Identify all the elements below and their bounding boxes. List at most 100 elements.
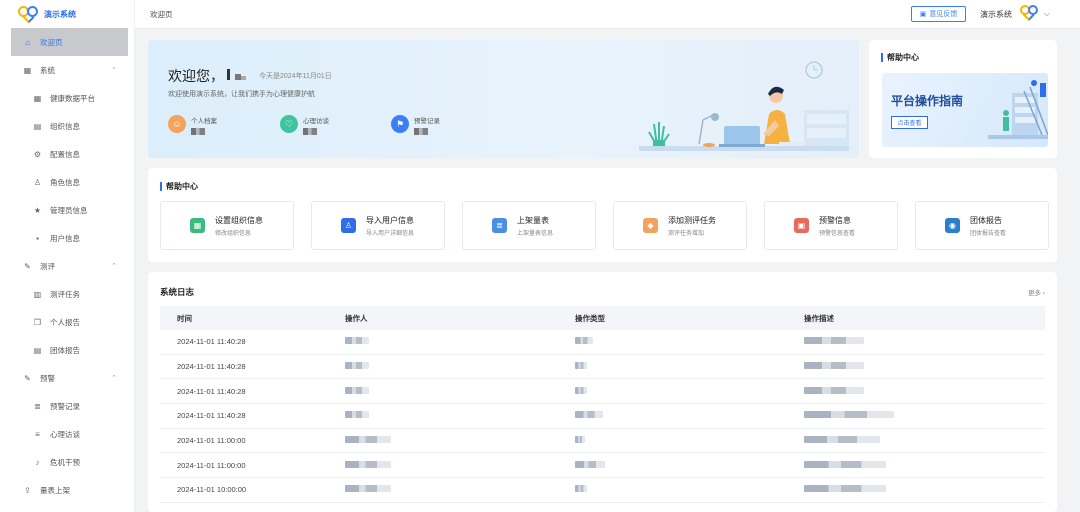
- sidebar-item-label: 系统: [40, 65, 55, 75]
- redacted-value: [575, 362, 587, 370]
- sidebar-item[interactable]: ▦ 系统 ⌃: [0, 56, 134, 84]
- sidebar-item[interactable]: ✎ 测评 ⌃: [0, 252, 134, 280]
- help-card-desc: 团体报告查看: [970, 230, 1007, 237]
- help-center-section: 帮助中心 ▦ 设置组织信息 修改组织信息 ♙ 导入用户信息 导入用户详细信息 ≣ 上架量表 上架…: [148, 168, 1057, 262]
- sidebar-item-label: 角色信息: [50, 177, 80, 187]
- sidebar-item[interactable]: ♪ 危机干预: [0, 448, 134, 476]
- platform-guide-card[interactable]: 平台操作指南 点击查看: [882, 73, 1048, 147]
- log-time: 2024-11-01 10:00:00: [177, 485, 247, 495]
- stat-label: 心理访谈: [303, 118, 329, 125]
- redacted-value: [804, 337, 864, 345]
- sidebar-item-label: 测评: [40, 261, 55, 271]
- column-header: 操作描述: [804, 313, 834, 323]
- redacted-value: [804, 362, 864, 370]
- star-icon: ★: [33, 205, 42, 215]
- sidebar-item[interactable]: ▤ 组织信息: [0, 112, 134, 140]
- column-header: 时间: [177, 313, 192, 323]
- sidebar-item-label: 用户信息: [50, 233, 80, 243]
- sidebar-item[interactable]: ≣ 预警记录: [0, 392, 134, 420]
- logo-mark-icon: [18, 5, 38, 24]
- copy-icon: ❐: [33, 317, 42, 327]
- sidebar-item[interactable]: ▪ 用户信息: [0, 224, 134, 252]
- edit-icon: ✎: [24, 261, 31, 271]
- table-row[interactable]: 2024-11-01 11:40:28: [160, 379, 1045, 405]
- scale-icon: ≣: [492, 218, 507, 233]
- sidebar-item-label: 心理访谈: [50, 429, 80, 439]
- sidebar-item[interactable]: ⌂ 欢迎页: [11, 28, 128, 56]
- bell-icon: ♪: [35, 457, 40, 467]
- sidebar-item[interactable]: ★ 管理员信息: [0, 196, 134, 224]
- chevron-down-icon[interactable]: ⌵: [1044, 9, 1050, 19]
- sidebar-item[interactable]: ♙ 角色信息: [0, 168, 134, 196]
- help-card[interactable]: ▣ 预警信息 预警信息查看: [764, 201, 898, 250]
- redacted-value: [345, 411, 369, 419]
- guide-view-button[interactable]: 点击查看: [891, 116, 928, 129]
- help-card-title: 团体报告: [970, 215, 1002, 225]
- app-logo[interactable]: 演示系统: [0, 0, 134, 28]
- welcome-subtitle: 欢迎使用演示系统，让我们携手为心理健康护航: [168, 91, 315, 98]
- table-row[interactable]: 2024-11-01 11:40:28: [160, 355, 1045, 380]
- sidebar-item[interactable]: ≡ 心理访谈: [0, 420, 134, 448]
- sidebar-item[interactable]: ▦ 健康数据平台: [0, 84, 134, 112]
- redacted-value: [804, 460, 886, 468]
- avatar[interactable]: [1020, 5, 1038, 22]
- help-center-panel: 帮助中心 平台操作指南 点击查看: [869, 40, 1057, 158]
- stat-alert[interactable]: ⚑ 预警记录: [391, 115, 440, 135]
- welcome-date: 今天是2024年11月01日: [259, 73, 332, 80]
- import-user-icon: ♙: [341, 218, 356, 233]
- stat-profile[interactable]: ☺ 个人档案: [168, 115, 217, 135]
- redacted-value: [575, 460, 605, 468]
- chat-icon: ♡: [280, 115, 298, 133]
- book-icon: ▥: [33, 289, 42, 299]
- redacted-value: [575, 485, 587, 493]
- log-time: 2024-11-01 11:40:28: [177, 362, 246, 372]
- sidebar-item[interactable]: ✎ 预警 ⌃: [0, 364, 134, 392]
- help-card-desc: 预警信息查看: [819, 230, 856, 237]
- stat-value-redacted: [303, 128, 317, 135]
- system-name[interactable]: 演示系统: [980, 9, 1012, 20]
- help-card[interactable]: ◆ 添加测评任务 测评任务增加: [613, 201, 747, 250]
- guide-title: 平台操作指南: [891, 94, 964, 108]
- table-row[interactable]: 2024-11-01 10:00:00: [160, 478, 1045, 503]
- sidebar-item[interactable]: ⚙ 配置信息: [0, 140, 134, 168]
- redacted-value: [804, 485, 886, 493]
- help-card-desc: 上架量表信息: [517, 230, 554, 237]
- sidebar-item-label: 组织信息: [50, 121, 80, 131]
- table-row[interactable]: 2024-11-01 11:00:00: [160, 429, 1045, 454]
- more-link[interactable]: 更多 ›: [1028, 287, 1045, 297]
- feedback-label: 意见反馈: [929, 11, 958, 18]
- sidebar-item-label: 个人报告: [50, 317, 80, 327]
- sidebar-item[interactable]: ❐ 个人报告: [0, 308, 134, 336]
- table-row[interactable]: 2024-11-01 11:40:28: [160, 330, 1045, 355]
- sidebar-item[interactable]: ▤ 团体报告: [0, 336, 134, 364]
- redacted-value: [575, 386, 587, 394]
- log-time: 2024-11-01 11:00:00: [177, 436, 246, 446]
- stat-label: 个人档案: [191, 118, 217, 125]
- stat-value-redacted: [414, 128, 428, 135]
- sidebar-item[interactable]: ▥ 测评任务: [0, 280, 134, 308]
- redacted-value: [345, 362, 369, 370]
- stat-interview[interactable]: ♡ 心理访谈: [280, 115, 329, 135]
- table-row[interactable]: 2024-11-01 11:40:28: [160, 404, 1045, 429]
- log-time: 2024-11-01 11:40:28: [177, 337, 246, 347]
- help-card[interactable]: ♙ 导入用户信息 导入用户详细信息: [311, 201, 445, 250]
- logs-title: 系统日志: [160, 287, 195, 297]
- help-title: 帮助中心: [160, 182, 198, 191]
- help-card[interactable]: ◉ 团体报告 团体报告查看: [915, 201, 1049, 250]
- welcome-illustration: [639, 61, 849, 151]
- help-card-desc: 修改组织信息: [215, 230, 252, 237]
- help-card[interactable]: ▦ 设置组织信息 修改组织信息: [160, 201, 294, 250]
- sidebar-item-label: 配置信息: [50, 149, 80, 159]
- sidebar-item[interactable]: ⇪ 量表上架: [0, 476, 134, 504]
- upload-icon: ⇪: [24, 485, 31, 495]
- sidebar-item-label: 量表上架: [40, 485, 70, 495]
- log-time: 2024-11-01 11:40:28: [177, 411, 246, 421]
- feedback-button[interactable]: ▣ 意见反馈: [911, 6, 966, 22]
- help-card[interactable]: ≣ 上架量表 上架量表信息: [462, 201, 596, 250]
- help-card-desc: 测评任务增加: [668, 230, 705, 237]
- alert-icon: ⚑: [391, 115, 409, 133]
- sidebar-item-label: 管理员信息: [50, 205, 88, 215]
- table-row[interactable]: 2024-11-01 11:00:00: [160, 453, 1045, 479]
- redacted-value: [804, 411, 894, 419]
- person-icon: ▪: [36, 233, 39, 243]
